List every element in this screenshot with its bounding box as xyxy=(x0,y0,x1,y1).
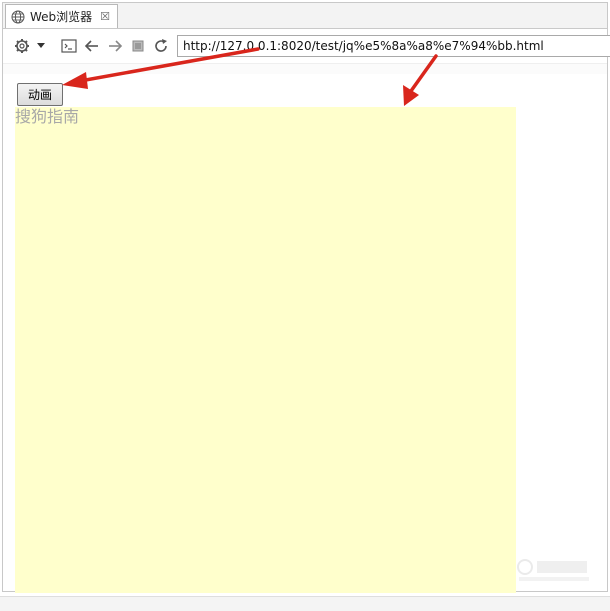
animated-box-text: 搜狗指南 xyxy=(15,107,80,126)
stop-icon[interactable] xyxy=(129,37,147,55)
animated-box: 搜狗指南 xyxy=(15,107,516,593)
status-bar xyxy=(0,596,610,611)
gear-icon[interactable] xyxy=(13,37,31,55)
close-icon[interactable]: ☒ xyxy=(100,10,110,23)
forward-icon[interactable] xyxy=(106,37,124,55)
dropdown-arrow-icon[interactable] xyxy=(34,37,48,55)
animate-button[interactable]: 动画 xyxy=(17,83,63,106)
toolbar-divider xyxy=(3,63,607,74)
back-icon[interactable] xyxy=(83,37,101,55)
tab-strip: Web浏览器 ☒ xyxy=(3,3,607,29)
globe-icon xyxy=(11,10,25,23)
browser-window: Web浏览器 ☒ http://127.0.0.1:8020/test/jq%e… xyxy=(2,2,610,593)
console-icon[interactable] xyxy=(60,37,78,55)
reload-icon[interactable] xyxy=(152,37,170,55)
watermark-logo xyxy=(515,555,595,585)
tab-title: Web浏览器 xyxy=(30,10,93,24)
address-bar[interactable]: http://127.0.0.1:8020/test/jq%e5%8a%a8%e… xyxy=(177,35,610,57)
tab-web-browser[interactable]: Web浏览器 ☒ xyxy=(5,4,118,28)
browser-toolbar: http://127.0.0.1:8020/test/jq%e5%8a%a8%e… xyxy=(3,29,610,63)
